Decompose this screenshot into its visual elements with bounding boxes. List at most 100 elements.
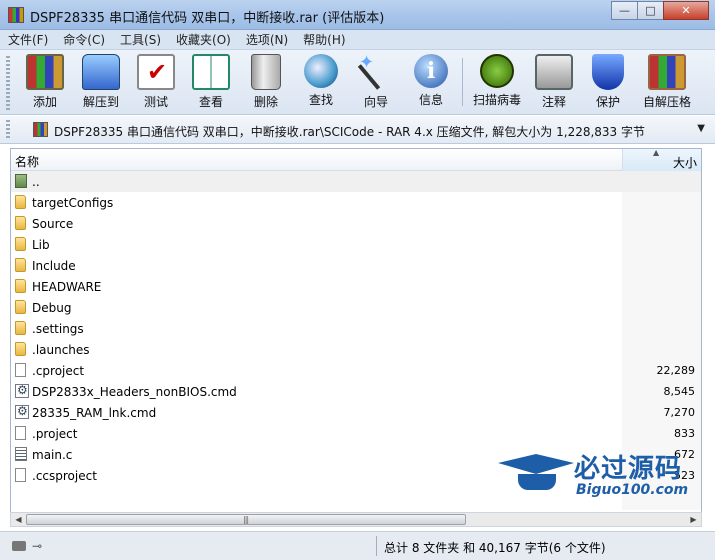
menu-tools[interactable]: 工具(S): [120, 31, 161, 48]
test-icon: [137, 54, 175, 90]
add-button[interactable]: 添加: [17, 54, 73, 110]
protect-button[interactable]: 保护: [580, 54, 636, 110]
parent-folder-icon: [15, 174, 27, 188]
folder-icon: [15, 195, 26, 209]
toolbar: 添加 解压到 测试 查看 删除 查找 向导 i 信息 扫描病毒 注释 保护: [0, 50, 715, 115]
file-name: DSP2833x_Headers_nonBIOS.cmd: [32, 385, 237, 399]
key-icon[interactable]: ⊸: [32, 539, 42, 553]
virus-scan-button[interactable]: 扫描病毒: [467, 54, 527, 110]
extract-to-label: 解压到: [82, 95, 119, 109]
maximize-button[interactable]: □: [637, 1, 664, 20]
column-size-header[interactable]: ▲ 大小: [622, 148, 701, 171]
status-bar: ⊸ 总计 8 文件夹 和 40,167 字节(6 个文件): [0, 531, 715, 560]
shield-icon: [592, 54, 624, 90]
protect-label: 保护: [595, 95, 620, 109]
find-button[interactable]: 查找: [293, 54, 349, 110]
extract-to-button[interactable]: 解压到: [73, 54, 129, 110]
file-name: Lib: [32, 238, 50, 252]
wizard-label: 向导: [363, 95, 388, 109]
magnifier-icon: [304, 54, 338, 88]
list-item[interactable]: Include: [11, 255, 701, 276]
window-title: DSPF28335 串口通信代码 双串口，中断接收.rar (评估版本): [30, 11, 385, 26]
cmd-file-icon: [15, 404, 29, 419]
file-name: 28335_RAM_lnk.cmd: [32, 406, 157, 420]
scroll-left-icon[interactable]: ◀: [11, 513, 26, 526]
list-item[interactable]: DSP2833x_Headers_nonBIOS.cmd 8,545: [11, 381, 701, 402]
view-button[interactable]: 查看: [183, 54, 239, 110]
list-item[interactable]: targetConfigs: [11, 192, 701, 213]
folder-icon: [15, 279, 26, 293]
menu-favorites[interactable]: 收藏夹(O): [176, 31, 231, 48]
close-button[interactable]: ✕: [663, 1, 709, 20]
column-header: 名称 ▲ 大小: [11, 148, 701, 171]
menu-options[interactable]: 选项(N): [246, 31, 288, 48]
column-name-header[interactable]: 名称: [15, 153, 39, 170]
sfx-button[interactable]: 自解压格: [637, 54, 697, 110]
delete-label: 删除: [253, 95, 278, 109]
folder-icon: [15, 237, 26, 251]
horizontal-scrollbar[interactable]: ◀ ||| ▶: [10, 512, 702, 527]
list-item[interactable]: .cproject 22,289: [11, 360, 701, 381]
comment-icon: [535, 54, 573, 90]
list-item[interactable]: 28335_RAM_lnk.cmd 7,270: [11, 402, 701, 423]
file-icon: [15, 363, 26, 377]
graduation-cap-icon: [498, 454, 574, 474]
add-archive-icon: [26, 54, 64, 90]
list-item[interactable]: Lib: [11, 234, 701, 255]
address-dropdown-icon[interactable]: ▼: [697, 123, 705, 134]
file-name: .project: [32, 427, 78, 441]
comment-button[interactable]: 注释: [526, 54, 582, 110]
file-icon: [15, 426, 26, 440]
info-button[interactable]: i 信息: [403, 54, 459, 110]
address-path[interactable]: DSPF28335 串口通信代码 双串口，中断接收.rar\SCICode - …: [54, 123, 645, 140]
file-name: ..: [32, 175, 40, 189]
file-name: HEADWARE: [32, 280, 102, 294]
wizard-button[interactable]: 向导: [348, 52, 404, 110]
column-size-label: 大小: [672, 156, 697, 170]
watermark-logo: 必过源码 Biguo100.com: [498, 448, 708, 508]
address-bar: DSPF28335 串口通信代码 双串口，中断接收.rar\SCICode - …: [0, 116, 715, 144]
list-item[interactable]: Debug: [11, 297, 701, 318]
info-icon: i: [414, 54, 448, 88]
comment-label: 注释: [541, 95, 566, 109]
sort-arrow-icon: ▲: [653, 148, 660, 157]
add-label: 添加: [32, 95, 57, 109]
scroll-right-icon[interactable]: ▶: [686, 513, 701, 526]
list-item[interactable]: .project 833: [11, 423, 701, 444]
list-item[interactable]: HEADWARE: [11, 276, 701, 297]
file-size: 7,270: [663, 406, 696, 419]
address-grip[interactable]: [6, 120, 10, 140]
test-label: 测试: [143, 95, 168, 109]
menu-help[interactable]: 帮助(H): [303, 31, 345, 48]
window-controls: — □ ✕: [611, 1, 709, 20]
menu-bar: 文件(F) 命令(C) 工具(S) 收藏夹(O) 选项(N) 帮助(H): [0, 30, 715, 50]
test-button[interactable]: 测试: [128, 54, 184, 110]
file-icon: [15, 468, 26, 482]
file-name: .settings: [32, 322, 84, 336]
toolbar-grip[interactable]: [6, 56, 10, 110]
minimize-button[interactable]: —: [611, 1, 638, 20]
drive-icon[interactable]: [12, 541, 26, 551]
thumb-grip-icon: |||: [243, 515, 249, 524]
file-name: Debug: [32, 301, 72, 315]
scrollbar-thumb[interactable]: |||: [26, 514, 466, 525]
archive-icon: [33, 122, 48, 137]
folder-icon: [15, 216, 26, 230]
view-book-icon: [192, 54, 230, 90]
file-size: 8,545: [663, 385, 696, 398]
menu-commands[interactable]: 命令(C): [63, 31, 105, 48]
list-item[interactable]: .launches: [11, 339, 701, 360]
list-item[interactable]: Source: [11, 213, 701, 234]
info-label: 信息: [418, 93, 443, 107]
trash-icon: [251, 54, 281, 90]
status-summary: 总计 8 文件夹 和 40,167 字节(6 个文件): [384, 541, 606, 555]
menu-file[interactable]: 文件(F): [8, 31, 48, 48]
watermark-cn-text: 必过源码: [574, 454, 683, 484]
list-item[interactable]: ..: [11, 171, 701, 192]
file-name: targetConfigs: [32, 196, 114, 210]
delete-button[interactable]: 删除: [238, 54, 294, 110]
find-label: 查找: [308, 93, 333, 107]
c-source-file-icon: [15, 447, 27, 461]
list-item[interactable]: .settings: [11, 318, 701, 339]
winrar-app-icon[interactable]: [8, 7, 24, 23]
